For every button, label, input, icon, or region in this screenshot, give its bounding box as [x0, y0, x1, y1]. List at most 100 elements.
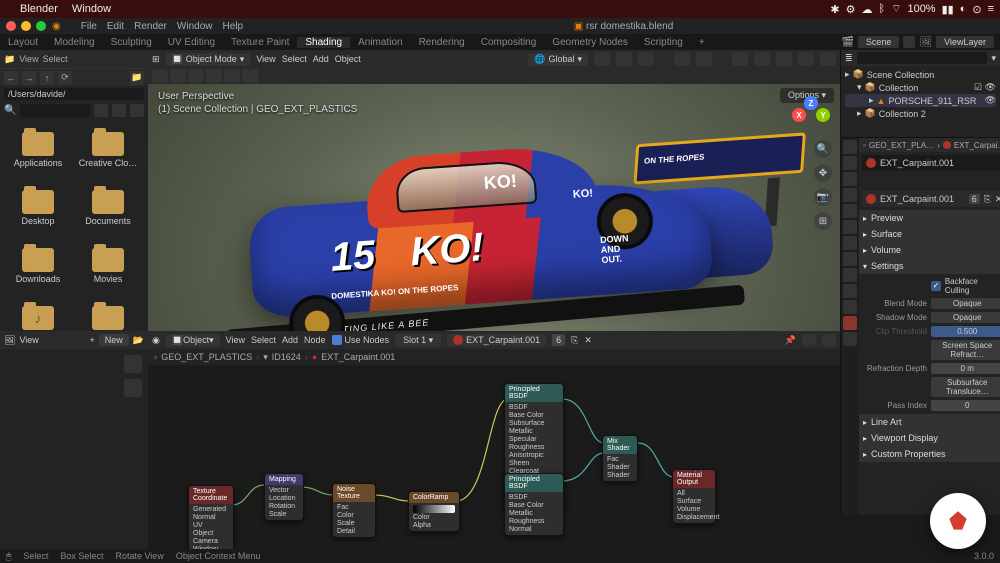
tab-material-icon[interactable]	[843, 316, 857, 330]
menu-select[interactable]: Select	[43, 54, 68, 64]
tab-particle-icon[interactable]	[843, 252, 857, 266]
mac-menu-window[interactable]: Window	[72, 3, 111, 15]
shading-wire-icon[interactable]	[754, 52, 770, 66]
tab-modeling[interactable]: Modeling	[46, 37, 103, 48]
tab-data-icon[interactable]	[843, 300, 857, 314]
tab-texture-icon[interactable]	[843, 332, 857, 346]
tool-cursor-icon[interactable]	[170, 69, 186, 83]
proportional-icon[interactable]	[638, 52, 654, 66]
open-icon[interactable]: 📂	[133, 335, 144, 346]
shield-icon[interactable]: ⎘	[984, 194, 991, 205]
viewlayer-field[interactable]: ViewLayer	[936, 36, 994, 48]
scene-field[interactable]: Scene	[858, 36, 900, 48]
zoom-icon[interactable]: 🔍	[814, 140, 832, 158]
folder-item[interactable]: Creative Clo…	[74, 122, 142, 178]
use-nodes-checkbox[interactable]: Use Nodes	[332, 335, 390, 345]
panel-lineart[interactable]: ▸Line Art	[859, 414, 1000, 430]
sss-toggle[interactable]: Subsurface Transluce…	[931, 377, 1000, 397]
node-mix[interactable]: Mix Shader FacShaderShader	[602, 435, 638, 482]
nav-newdir-icon[interactable]: 📁	[130, 71, 144, 85]
tab-sculpting[interactable]: Sculpting	[103, 37, 160, 48]
nav-refresh-icon[interactable]: ⟳	[58, 71, 72, 85]
outliner-search[interactable]	[857, 52, 988, 64]
slot-dropdown[interactable]: Slot 1 ▾	[395, 334, 441, 347]
tab-viewlayer-icon[interactable]	[843, 172, 857, 186]
nav-back-icon[interactable]: ←	[4, 71, 18, 85]
menu-select[interactable]: Select	[282, 54, 307, 64]
tool-icon[interactable]	[124, 379, 142, 397]
backface-checkbox[interactable]	[931, 281, 941, 291]
axis-z-icon[interactable]: Z	[804, 96, 818, 110]
search-input[interactable]	[20, 104, 90, 117]
ssr-toggle[interactable]: Screen Space Refract…	[931, 340, 1000, 360]
snap-icon[interactable]	[616, 52, 632, 66]
menu-window[interactable]: Window	[173, 21, 217, 32]
panel-custom[interactable]: ▸Custom Properties	[859, 446, 1000, 462]
tab-scripting[interactable]: Scripting	[636, 37, 691, 48]
tab-add[interactable]: +	[691, 37, 713, 48]
material-field[interactable]: EXT_Carpaint.001 6 ⎘ ✕	[862, 191, 1000, 207]
blend-mode-dropdown[interactable]: Opaque	[931, 298, 1000, 309]
tab-constraint-icon[interactable]	[843, 284, 857, 298]
display-icon[interactable]	[94, 104, 108, 117]
material-slot[interactable]: EXT_Carpaint.001	[862, 155, 1000, 171]
tab-rendering[interactable]: Rendering	[411, 37, 473, 48]
editor-type-icon[interactable]: 🖼	[4, 335, 15, 346]
new-button[interactable]: New	[99, 334, 129, 346]
filter-icon[interactable]	[112, 104, 126, 117]
tab-uv[interactable]: UV Editing	[160, 37, 223, 48]
outliner-icon[interactable]: ≣	[845, 53, 853, 64]
tab-animation[interactable]: Animation	[350, 37, 410, 48]
tab-world-icon[interactable]	[843, 204, 857, 218]
material-dropdown[interactable]: EXT_Carpaint.001	[447, 334, 546, 346]
tab-compositing[interactable]: Compositing	[473, 37, 545, 48]
tool-scale-icon[interactable]	[224, 69, 240, 83]
pass-index-field[interactable]: 0	[931, 400, 1000, 411]
camera-icon[interactable]: 📷	[814, 188, 832, 206]
tree-row[interactable]: ▸▲PORSCHE_911_RSR👁	[845, 94, 996, 107]
axis-y-icon[interactable]: Y	[816, 108, 830, 122]
tab-render-icon[interactable]	[843, 140, 857, 154]
tool-rotate-icon[interactable]	[206, 69, 222, 83]
tree-row[interactable]: ▾📦Collection☑ 👁	[845, 81, 996, 94]
nav-gizmo[interactable]: Z Y X	[792, 96, 830, 134]
node-noise[interactable]: Noise Texture FacColorScaleDetail	[332, 483, 376, 538]
menu-view[interactable]: View	[19, 54, 38, 64]
tab-object-icon[interactable]	[843, 220, 857, 234]
tab-layout[interactable]: Layout	[0, 37, 46, 48]
menu-icon[interactable]: ≡	[988, 3, 994, 15]
tool-move-icon[interactable]	[188, 69, 204, 83]
menu-render[interactable]: Render	[130, 21, 171, 32]
minimize-icon[interactable]	[21, 21, 31, 31]
gizmo-toggle-icon[interactable]	[674, 52, 690, 66]
menu-select[interactable]: Select	[251, 335, 276, 345]
tree-row[interactable]: ▸📦Collection 2	[845, 107, 996, 120]
xray-icon[interactable]	[732, 52, 748, 66]
menu-add[interactable]: Add	[313, 54, 329, 64]
menu-node[interactable]: Node	[304, 335, 326, 345]
folder-item[interactable]: Desktop	[4, 180, 72, 236]
folder-item[interactable]: Downloads	[4, 238, 72, 294]
folder-item[interactable]: Documents	[74, 180, 142, 236]
domestika-logo[interactable]	[930, 493, 986, 549]
menu-file[interactable]: File	[77, 21, 101, 32]
tab-output-icon[interactable]	[843, 156, 857, 170]
pivot-icon[interactable]	[594, 52, 610, 66]
mode-dropdown[interactable]: 🔲Object Mode▾	[166, 53, 251, 66]
settings-icon[interactable]	[130, 104, 144, 117]
node-canvas[interactable]: Texture Coordinate GeneratedNormalUVObje…	[148, 365, 840, 549]
node-texcoord[interactable]: Texture Coordinate GeneratedNormalUVObje…	[188, 485, 234, 549]
tab-scene-icon[interactable]	[843, 188, 857, 202]
shading-solid-icon[interactable]	[776, 52, 792, 66]
node-mapping[interactable]: Mapping VectorLocationRotationScale	[264, 473, 304, 521]
nav-up-icon[interactable]: ↑	[40, 71, 54, 85]
tool-transform-icon[interactable]	[242, 69, 258, 83]
editor-type-icon[interactable]: ⊞	[152, 54, 160, 65]
orientation-dropdown[interactable]: 🌐Global▾	[528, 53, 588, 66]
menu-object[interactable]: Object	[335, 54, 361, 64]
folder-item[interactable]: Movies	[74, 238, 142, 294]
menu-help[interactable]: Help	[218, 21, 247, 32]
path-field[interactable]: /Users/davide/	[4, 88, 144, 100]
snap-icon[interactable]	[802, 334, 816, 346]
axis-x-icon[interactable]: X	[792, 108, 806, 122]
